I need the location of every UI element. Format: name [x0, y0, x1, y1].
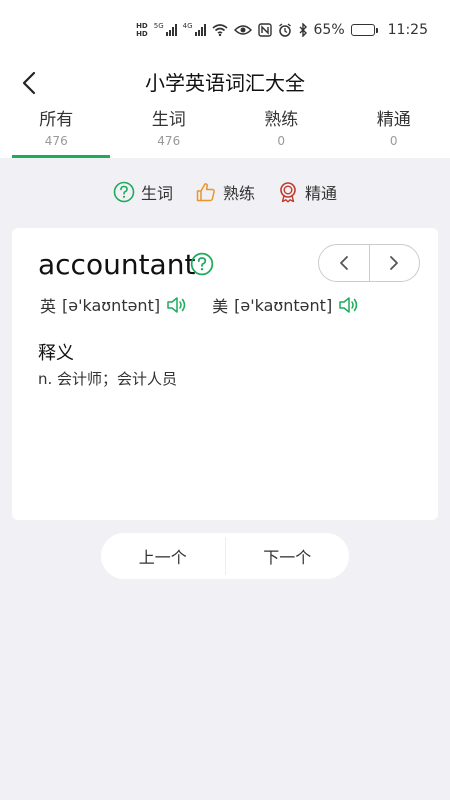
previous-word-button[interactable]: 上一个 — [101, 533, 225, 579]
speaker-icon — [339, 297, 358, 313]
status-legend: 生词 熟练 精通 — [0, 178, 450, 206]
us-label: 美 — [212, 297, 229, 316]
legend-mastered-label: 精通 — [305, 184, 338, 203]
legend-new-label: 生词 — [140, 184, 173, 203]
uk-phonetic: [ə'kaʊntənt] — [62, 295, 161, 315]
previous-word-arrow-button[interactable] — [319, 245, 369, 281]
us-pronunciation: 美 [ə'kaʊntənt] — [212, 293, 360, 317]
legend-new-word: 生词 — [113, 178, 173, 206]
legend-familiar: 熟练 — [195, 178, 255, 206]
tab-new-words[interactable]: 生词 476 — [113, 106, 226, 158]
question-circle-icon — [113, 181, 135, 203]
status-bar: HD HD 5G 4G 65% 11:25 — [0, 0, 450, 64]
battery-icon — [350, 24, 378, 36]
next-word-arrow-button[interactable] — [370, 245, 420, 281]
word-status-button[interactable] — [190, 252, 214, 280]
active-tab-indicator — [12, 155, 110, 158]
legend-familiar-label: 熟练 — [222, 184, 255, 203]
bluetooth-icon — [298, 23, 308, 37]
tab-count: 0 — [389, 134, 398, 148]
meaning-title: 释义 — [38, 343, 74, 364]
wifi-icon — [211, 24, 228, 36]
chevron-left-icon — [339, 256, 348, 270]
pronunciation-row: 英 [ə'kaʊntənt] 美 [ə'kaʊntənt] — [40, 293, 360, 317]
alarm-icon — [278, 23, 292, 37]
question-circle-icon — [190, 252, 214, 276]
word-navigation: 上一个 下一个 — [101, 533, 349, 579]
us-speaker-button[interactable] — [338, 295, 360, 315]
thumbs-up-icon — [196, 183, 215, 202]
network-5g-label: 5G — [153, 22, 164, 30]
tab-all[interactable]: 所有 476 — [0, 106, 113, 158]
battery-percent: 65% — [313, 22, 345, 38]
eye-icon — [233, 24, 252, 36]
tab-familiar[interactable]: 熟练 0 — [225, 106, 338, 158]
tab-count: 0 — [277, 134, 286, 148]
medal-icon — [280, 182, 296, 203]
word-filter-tabs: 所有 476 生词 476 熟练 0 精通 0 — [0, 106, 450, 158]
uk-label: 英 — [40, 297, 57, 316]
tab-label: 生词 — [151, 110, 186, 130]
legend-mastered: 精通 — [277, 178, 337, 206]
word-text: accountant — [38, 248, 196, 281]
tab-label: 所有 — [39, 110, 74, 130]
network-4g-label: 4G — [182, 22, 193, 30]
uk-speaker-button[interactable] — [166, 295, 188, 315]
uk-pronunciation: 英 [ə'kaʊntənt] — [40, 293, 188, 317]
tab-label: 精通 — [376, 110, 411, 130]
signal-icon-2 — [194, 24, 206, 36]
us-phonetic: [ə'kaʊntənt] — [234, 295, 333, 315]
speaker-icon — [167, 297, 186, 313]
app-header: 小学英语词汇大全 — [0, 64, 450, 106]
hd-indicator: HD HD — [136, 22, 148, 38]
clock-time: 11:25 — [387, 22, 428, 38]
tab-count: 476 — [44, 134, 68, 148]
status-icons: HD HD 5G 4G 65% 11:25 — [136, 22, 428, 38]
tab-label: 熟练 — [264, 110, 299, 130]
tab-mastered[interactable]: 精通 0 — [338, 106, 450, 158]
word-pager — [318, 244, 420, 282]
nfc-icon — [257, 23, 272, 37]
tab-count: 476 — [157, 134, 181, 148]
word-card: accountant 英 [ə'kaʊntənt] 美 [ə'kaʊntənt]… — [12, 228, 438, 520]
signal-icon — [165, 24, 177, 36]
page-title: 小学英语词汇大全 — [145, 71, 305, 95]
chevron-right-icon — [390, 256, 399, 270]
meaning-text: n. 会计师；会计人员 — [38, 370, 178, 388]
next-word-button[interactable]: 下一个 — [226, 533, 350, 579]
